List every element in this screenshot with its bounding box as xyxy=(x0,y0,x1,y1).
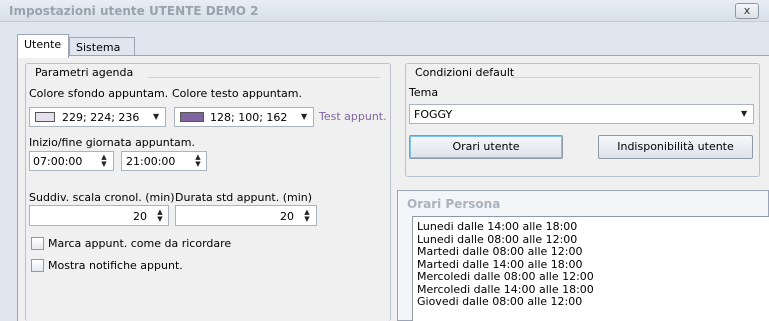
spin-icon[interactable]: ▲ ▼ xyxy=(99,154,109,168)
chevron-down-icon: ▼ xyxy=(741,109,748,118)
duration-spinner[interactable]: 20 ▲ ▼ xyxy=(175,205,317,226)
tab-sistema[interactable]: Sistema xyxy=(69,37,135,56)
person-hours-items: Lunedi dalle 14:00 alle 18:00 Lunedi dal… xyxy=(417,220,594,309)
theme-label: Tema xyxy=(409,86,439,99)
bg-color-label: Colore sfondo appuntam. xyxy=(29,87,169,100)
text-color-value: 128; 100; 162 xyxy=(210,111,288,124)
spin-icon[interactable]: ▲ ▼ xyxy=(302,209,312,223)
reminder-checkbox[interactable] xyxy=(31,237,44,250)
agenda-group-divider xyxy=(148,77,380,78)
bg-color-combo[interactable]: 229; 224; 236 ▼ xyxy=(29,107,166,127)
chevron-down-icon: ▼ xyxy=(301,112,308,121)
user-hours-button[interactable]: Orari utente xyxy=(409,135,563,159)
person-hours-title: Orari Persona xyxy=(407,197,501,211)
tab-utente[interactable]: Utente xyxy=(17,34,69,58)
end-time-field[interactable]: 21:00:00 ▲ ▼ xyxy=(121,151,207,171)
theme-select[interactable]: FOGGY ▼ xyxy=(409,104,754,124)
defaults-group-divider xyxy=(512,77,752,78)
duration-label: Durata std appunt. (min) xyxy=(175,191,313,204)
unavailability-button[interactable]: Indisponibilità utente xyxy=(598,135,753,159)
list-item[interactable]: Giovedi dalle 08:00 alle 12:00 xyxy=(417,295,594,309)
test-appointment-preview: Test appunt. xyxy=(319,110,387,123)
close-button[interactable]: x xyxy=(735,3,759,19)
close-icon: x xyxy=(743,4,751,17)
end-time-value: 21:00:00 xyxy=(126,155,176,168)
chevron-down-icon: ▼ xyxy=(153,112,160,121)
bg-color-value: 229; 224; 236 xyxy=(62,111,140,124)
notify-checkbox[interactable] xyxy=(31,259,44,272)
list-item[interactable]: Lunedi dalle 14:00 alle 18:00 xyxy=(417,220,594,234)
notify-label: Mostra notifiche appunt. xyxy=(48,259,183,272)
list-item[interactable]: Martedi dalle 08:00 alle 12:00 xyxy=(417,245,594,259)
day-range-label: Inizio/fine giornata appuntam. xyxy=(29,136,195,149)
text-color-swatch xyxy=(180,112,204,122)
spin-icon[interactable]: ▲ ▼ xyxy=(193,154,203,168)
scale-spinner[interactable]: 20 ▲ ▼ xyxy=(29,205,169,226)
start-time-value: 07:00:00 xyxy=(33,155,83,168)
reminder-label: Marca appunt. come da ricordare xyxy=(48,237,232,250)
defaults-group-title: Condizioni default xyxy=(411,66,519,79)
scale-value: 20 xyxy=(133,210,147,223)
bg-color-swatch xyxy=(35,112,55,122)
spin-icon[interactable]: ▲ ▼ xyxy=(155,209,165,223)
text-color-label: Colore testo appuntam. xyxy=(172,87,303,100)
list-item[interactable]: Mercoledi dalle 08:00 alle 12:00 xyxy=(417,270,594,284)
text-color-combo[interactable]: 128; 100; 162 ▼ xyxy=(174,107,314,127)
scale-label: Suddiv. scala cronol. (min) xyxy=(29,191,175,204)
window-title: Impostazioni utente UTENTE DEMO 2 xyxy=(9,4,259,18)
person-hours-list[interactable]: Lunedi dalle 14:00 alle 18:00 Lunedi dal… xyxy=(412,216,769,321)
theme-value: FOGGY xyxy=(414,108,453,121)
start-time-field[interactable]: 07:00:00 ▲ ▼ xyxy=(29,151,114,171)
agenda-group-title: Parametri agenda xyxy=(31,66,138,79)
duration-value: 20 xyxy=(280,210,294,223)
